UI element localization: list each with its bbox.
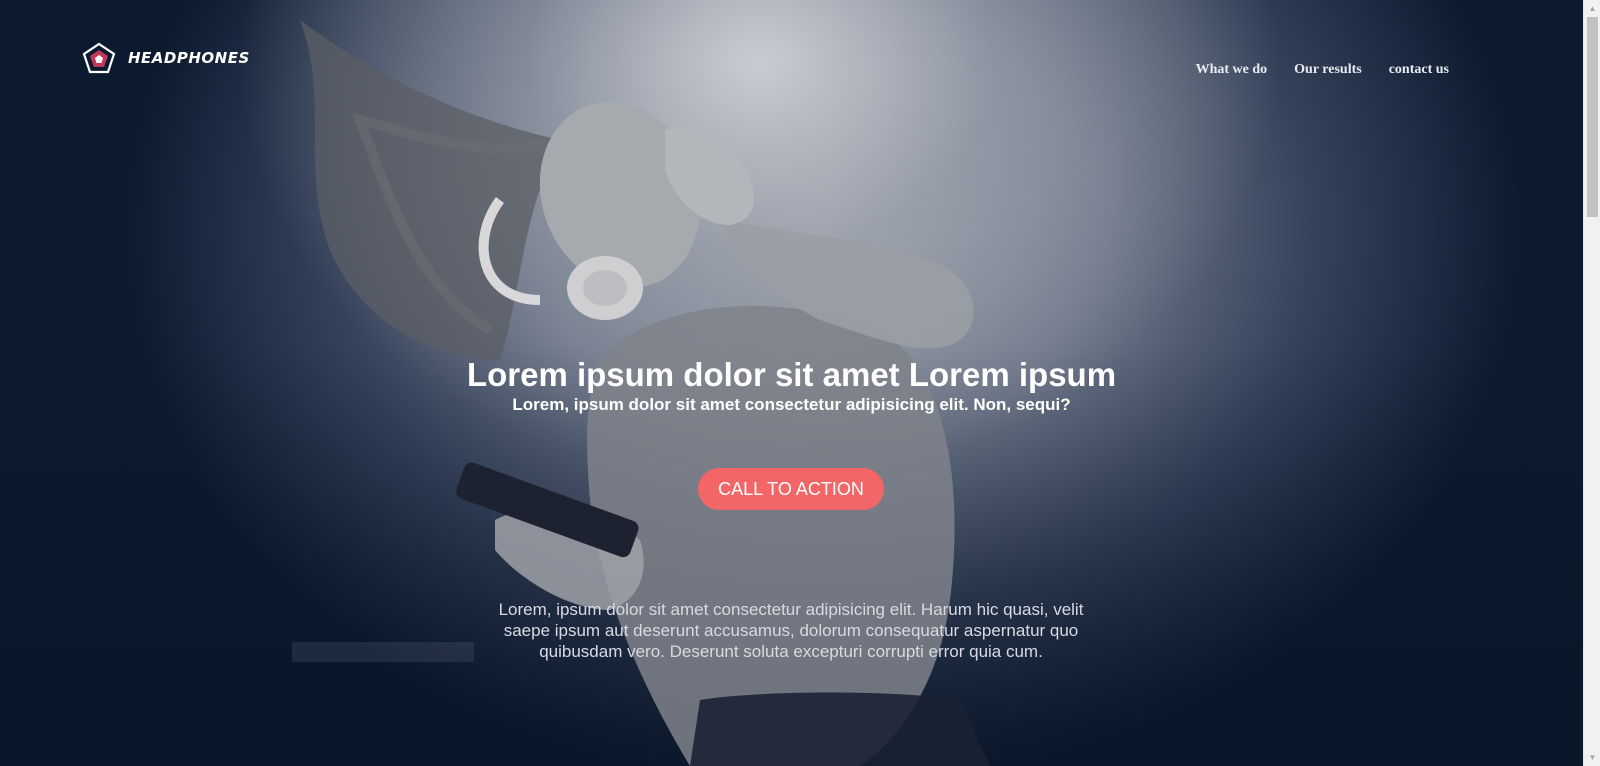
arrow-up-icon[interactable]: ▲ [1584, 0, 1600, 17]
call-to-action-button[interactable]: CALL TO ACTION [698, 468, 884, 510]
site-logo[interactable]: HEADPHONES [82, 42, 250, 74]
nav-item-our-results[interactable]: Our results [1294, 62, 1362, 78]
pentagon-logo-icon [82, 42, 116, 74]
logo-text: HEADPHONES [128, 49, 250, 67]
arrow-down-icon[interactable]: ▼ [1584, 749, 1600, 766]
nav-item-contact-us[interactable]: contact us [1389, 62, 1449, 78]
ghost-overlay-box [292, 642, 474, 662]
scrollbar-thumb[interactable] [1587, 17, 1598, 217]
page-viewport: HEADPHONES What we do Our results contac… [0, 0, 1583, 766]
hero-subtitle: Lorem, ipsum dolor sit amet consectetur … [512, 395, 1071, 414]
main-nav: What we do Our results contact us [1196, 62, 1449, 78]
page-scrollbar[interactable]: ▲ ▼ [1583, 0, 1600, 766]
hero-title: Lorem ipsum dolor sit amet Lorem ipsum [466, 356, 1117, 393]
hero-body-text: Lorem, ipsum dolor sit amet consectetur … [498, 600, 1084, 661]
nav-item-what-we-do[interactable]: What we do [1196, 62, 1268, 78]
